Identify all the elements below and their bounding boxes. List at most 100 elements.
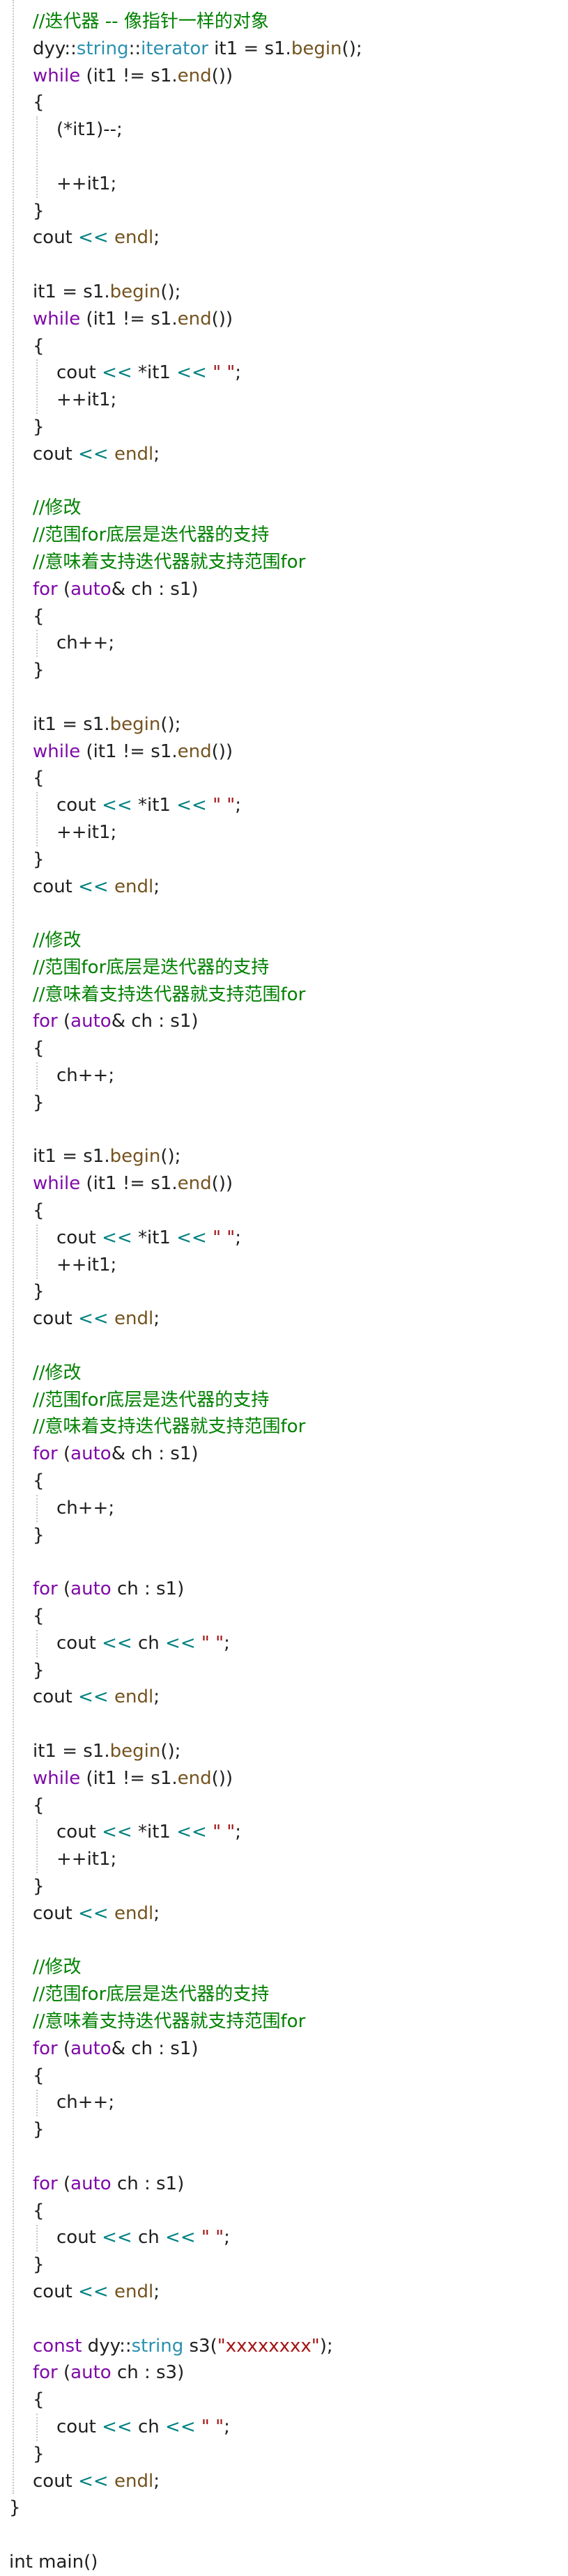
code-line[interactable]: {: [0, 603, 568, 630]
code-line[interactable]: ++it1;: [0, 171, 568, 198]
code-line[interactable]: [0, 1927, 568, 1955]
code-line[interactable]: cout << *it1 << " ";: [0, 792, 568, 819]
code-line[interactable]: for (auto ch : s1): [0, 2171, 568, 2198]
code-line[interactable]: //意味着支持迭代器就支持范围for: [0, 1413, 568, 1441]
code-line[interactable]: cout << endl;: [0, 1900, 568, 1927]
code-token: //意味着支持迭代器就支持范围for: [33, 1416, 306, 1438]
code-line[interactable]: //修改: [0, 1954, 568, 1981]
code-line[interactable]: it1 = s1.begin();: [0, 279, 568, 306]
code-line[interactable]: for (auto& ch : s1): [0, 1008, 568, 1035]
code-line[interactable]: cout << endl;: [0, 2468, 568, 2495]
code-line[interactable]: //修改: [0, 927, 568, 954]
code-line[interactable]: //范围for底层是迭代器的支持: [0, 954, 568, 981]
code-line[interactable]: }: [0, 1657, 568, 1684]
code-line[interactable]: {: [0, 2198, 568, 2225]
code-line[interactable]: cout << ch << " ";: [0, 1630, 568, 1657]
code-line[interactable]: {: [0, 1035, 568, 1062]
code-line[interactable]: cout << endl;: [0, 1684, 568, 1711]
code-line[interactable]: ch++;: [0, 630, 568, 657]
code-line[interactable]: [0, 2143, 568, 2171]
code-line[interactable]: cout << endl;: [0, 874, 568, 901]
code-token: ++it1;: [56, 173, 117, 194]
code-line[interactable]: ++it1;: [0, 1846, 568, 1873]
code-line[interactable]: while (it1 != s1.end()): [0, 738, 568, 766]
code-line[interactable]: cout << endl;: [0, 2279, 568, 2306]
code-line[interactable]: int main(): [0, 2549, 568, 2576]
code-line[interactable]: [0, 1117, 568, 1144]
code-line[interactable]: //范围for底层是迭代器的支持: [0, 1981, 568, 2008]
code-line[interactable]: for (auto& ch : s1): [0, 1441, 568, 1468]
code-line[interactable]: {: [0, 333, 568, 360]
code-line[interactable]: ch++;: [0, 1062, 568, 1089]
code-line[interactable]: {: [0, 1792, 568, 1820]
code-line[interactable]: ++it1;: [0, 1252, 568, 1279]
code-line[interactable]: cout << ch << " ";: [0, 2414, 568, 2441]
code-line[interactable]: //修改: [0, 495, 568, 522]
code-line[interactable]: }: [0, 2441, 568, 2468]
code-line[interactable]: //范围for底层是迭代器的支持: [0, 1387, 568, 1414]
code-line[interactable]: }: [0, 2494, 568, 2522]
code-line[interactable]: //意味着支持迭代器就支持范围for: [0, 981, 568, 1009]
code-line[interactable]: ++it1;: [0, 387, 568, 414]
code-line[interactable]: [0, 1333, 568, 1360]
code-line[interactable]: [0, 1711, 568, 1738]
code-line[interactable]: }: [0, 657, 568, 684]
code-line[interactable]: for (auto& ch : s1): [0, 2035, 568, 2063]
code-line[interactable]: it1 = s1.begin();: [0, 1143, 568, 1170]
code-line[interactable]: while (it1 != s1.end()): [0, 1765, 568, 1792]
code-line[interactable]: }: [0, 1278, 568, 1305]
code-line[interactable]: while (it1 != s1.end()): [0, 306, 568, 333]
code-line[interactable]: {: [0, 1197, 568, 1225]
code-line[interactable]: [0, 2306, 568, 2333]
code-token: (: [57, 2173, 71, 2194]
code-line[interactable]: ++it1;: [0, 819, 568, 846]
code-editor[interactable]: //迭代器 -- 像指针一样的对象 dyy::string::iterator i…: [0, 0, 568, 2573]
code-line[interactable]: {: [0, 1603, 568, 1630]
code-line[interactable]: cout << ch << " ";: [0, 2224, 568, 2251]
code-line[interactable]: [0, 468, 568, 495]
code-line[interactable]: cout << *it1 << " ";: [0, 1819, 568, 1846]
code-line[interactable]: {: [0, 89, 568, 116]
code-line[interactable]: ch++;: [0, 2089, 568, 2116]
code-line[interactable]: const dyy::string s3("xxxxxxxx");: [0, 2333, 568, 2360]
code-line[interactable]: }: [0, 414, 568, 441]
code-line[interactable]: [0, 900, 568, 927]
code-line[interactable]: }: [0, 2251, 568, 2279]
code-line[interactable]: [0, 1549, 568, 1576]
code-line[interactable]: //意味着支持迭代器就支持范围for: [0, 2008, 568, 2035]
code-line[interactable]: {: [0, 765, 568, 792]
code-line[interactable]: {: [0, 1468, 568, 1495]
code-line[interactable]: cout << *it1 << " ";: [0, 359, 568, 387]
code-line[interactable]: cout << endl;: [0, 224, 568, 251]
code-line[interactable]: [0, 251, 568, 279]
code-line[interactable]: cout << endl;: [0, 1305, 568, 1333]
code-line[interactable]: ch++;: [0, 1495, 568, 1522]
code-line[interactable]: [0, 684, 568, 711]
code-line[interactable]: {: [0, 2387, 568, 2414]
code-line[interactable]: [0, 2522, 568, 2549]
code-line[interactable]: //修改: [0, 1360, 568, 1387]
code-line[interactable]: for (auto& ch : s1): [0, 576, 568, 603]
code-line[interactable]: while (it1 != s1.end()): [0, 63, 568, 90]
code-line[interactable]: it1 = s1.begin();: [0, 711, 568, 738]
code-line[interactable]: //范围for底层是迭代器的支持: [0, 522, 568, 549]
code-line[interactable]: cout << *it1 << " ";: [0, 1225, 568, 1252]
code-line[interactable]: //迭代器 -- 像指针一样的对象: [0, 8, 568, 36]
code-line[interactable]: //意味着支持迭代器就支持范围for: [0, 549, 568, 576]
code-line[interactable]: }: [0, 846, 568, 874]
code-line[interactable]: }: [0, 1522, 568, 1549]
code-token: {: [33, 1200, 45, 1222]
code-line[interactable]: it1 = s1.begin();: [0, 1738, 568, 1765]
code-line[interactable]: dyy::string::iterator it1 = s1.begin();: [0, 36, 568, 63]
code-line[interactable]: }: [0, 2116, 568, 2143]
code-line[interactable]: }: [0, 1089, 568, 1117]
code-line[interactable]: cout << endl;: [0, 441, 568, 468]
code-line[interactable]: }: [0, 198, 568, 225]
code-line[interactable]: [0, 143, 568, 171]
code-line[interactable]: for (auto ch : s1): [0, 1576, 568, 1603]
code-line[interactable]: (*it1)--;: [0, 116, 568, 143]
code-line[interactable]: }: [0, 1873, 568, 1900]
code-line[interactable]: while (it1 != s1.end()): [0, 1170, 568, 1197]
code-line[interactable]: for (auto ch : s3): [0, 2359, 568, 2387]
code-line[interactable]: {: [0, 2063, 568, 2090]
